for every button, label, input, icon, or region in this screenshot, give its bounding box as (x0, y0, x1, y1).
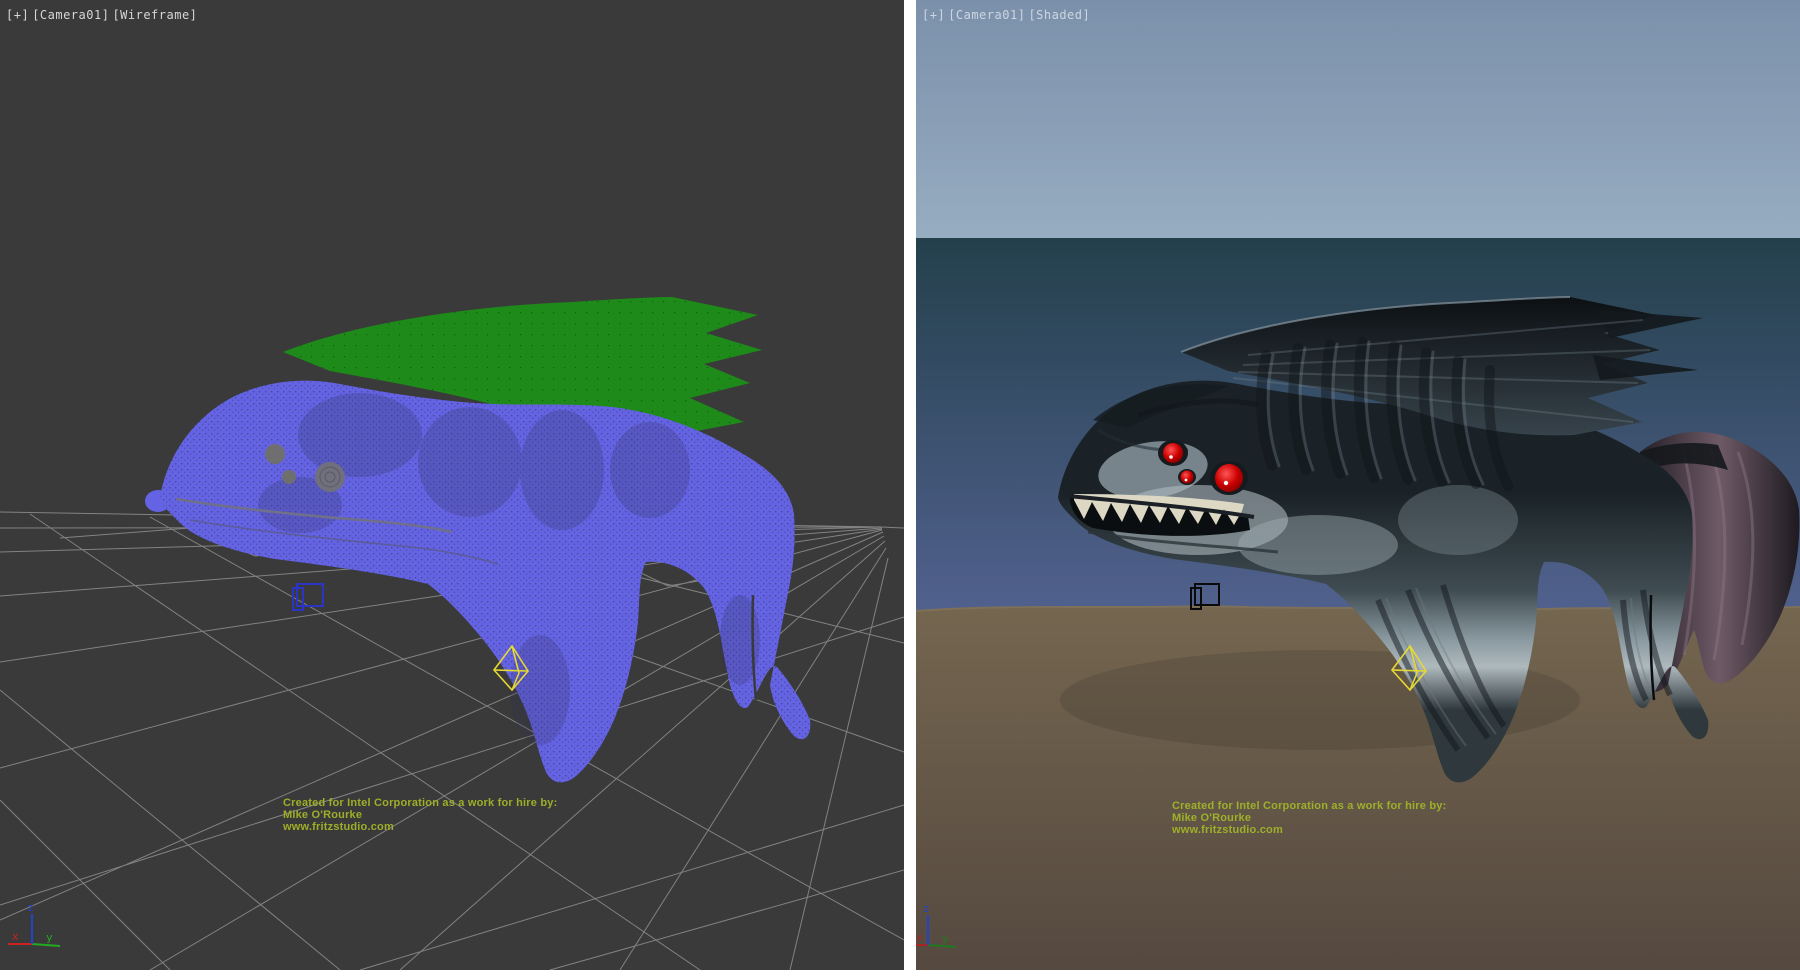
viewport-pov-menu[interactable]: [Camera01] (32, 8, 109, 22)
viewport-label: [+] [Camera01] [Wireframe] (6, 8, 197, 22)
axis-y-label: y (46, 931, 53, 944)
axis-z-label: z (27, 901, 34, 914)
box-helper-icon[interactable] (293, 584, 323, 610)
viewport-pov-menu[interactable]: [Camera01] (948, 8, 1025, 22)
viewport-general-menu[interactable]: [+] (6, 8, 29, 22)
max-viewport-area: [+] [Camera01] [Wireframe] (0, 0, 1800, 978)
axis-z-label: z (923, 902, 930, 915)
viewport-shading-menu[interactable]: [Shaded] (1028, 8, 1090, 22)
axis-x-label: x (916, 931, 923, 944)
eye-red (1181, 471, 1194, 484)
eye-circle (282, 470, 296, 484)
eye-red (1163, 443, 1183, 463)
axis-y-label: y (942, 932, 949, 945)
axis-x-label: x (12, 930, 19, 943)
viewport-shading-menu[interactable]: [Wireframe] (112, 8, 197, 22)
viewport-shaded[interactable]: [+] [Camera01] [Shaded] (916, 0, 1800, 970)
creator-watermark: Created for Intel Corporation as a work … (283, 797, 557, 833)
viewport-label: [+] [Camera01] [Shaded] (922, 8, 1090, 22)
axis-tripod: x y z (8, 901, 60, 946)
sky (916, 0, 1800, 238)
creator-watermark: Created for Intel Corporation as a work … (1172, 800, 1446, 836)
viewport-general-menu[interactable]: [+] (922, 8, 945, 22)
viewport-wireframe[interactable]: [+] [Camera01] [Wireframe] (0, 0, 904, 970)
eye-red (1215, 464, 1243, 492)
eye-circle (265, 444, 285, 464)
viewport-splitter[interactable] (904, 0, 916, 970)
